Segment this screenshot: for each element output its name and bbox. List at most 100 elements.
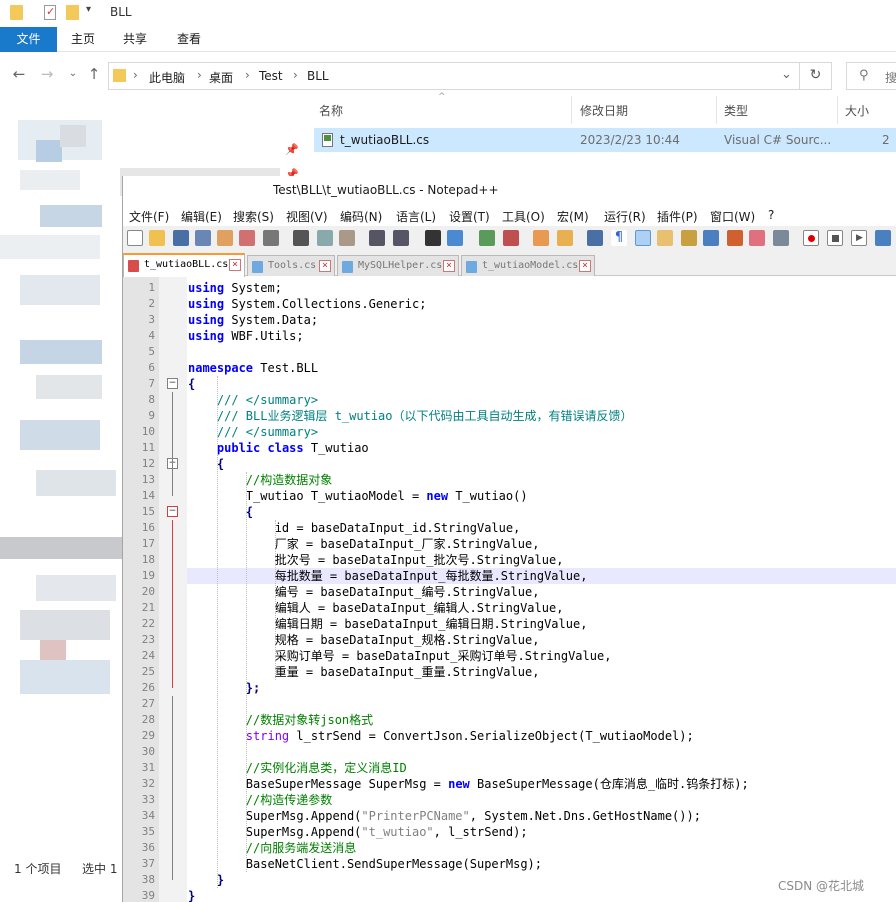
tab-t-wutiaomodel[interactable]: t_wutiaoModel.cs × [461, 255, 595, 276]
column-divider[interactable] [837, 96, 838, 124]
code-line[interactable]: T_wutiao T_wutiaoModel = new T_wutiao() [188, 488, 528, 504]
menu-language[interactable]: 语言(L) [396, 208, 436, 225]
cut-icon[interactable] [293, 230, 309, 246]
tab-mysqlhelper[interactable]: MySQLHelper.cs × [337, 255, 459, 276]
code-line[interactable]: using System; [188, 280, 282, 296]
code-line[interactable]: using System.Collections.Generic; [188, 296, 426, 312]
paste-icon[interactable] [339, 230, 355, 246]
code-line[interactable]: id = baseDataInput_id.StringValue, [188, 520, 521, 536]
code-editor[interactable]: using System; using System.Collections.Ge… [187, 277, 896, 902]
tab-t-wutiaobll[interactable]: t_wutiaoBLL.cs × [123, 253, 245, 277]
menu-window[interactable]: 窗口(W) [710, 208, 755, 225]
code-line[interactable]: 厂家 = baseDataInput_厂家.StringValue, [188, 536, 540, 552]
fold-toggle-icon[interactable]: − [167, 506, 178, 517]
close-tab-icon[interactable]: × [319, 260, 331, 272]
doc-map-icon[interactable] [681, 230, 697, 246]
new-file-icon[interactable] [127, 230, 143, 246]
breadcrumb-test[interactable]: Test [259, 69, 283, 83]
sync-vertical-icon[interactable] [533, 230, 549, 246]
file-row[interactable]: t_wutiaoBLL.cs 2023/2/23 10:44 Visual C#… [314, 128, 896, 152]
ribbon-tab-view[interactable]: 查看 [172, 27, 206, 52]
code-line[interactable]: //实例化消息类，定义消息ID [188, 760, 407, 776]
search-box[interactable]: ⚲ 搜 [846, 62, 896, 90]
close-tab-icon[interactable]: × [443, 260, 455, 272]
close-tab-icon[interactable]: × [229, 259, 241, 271]
eye-icon[interactable] [773, 230, 789, 246]
find-icon[interactable] [425, 230, 441, 246]
code-line[interactable]: //构造数据对象 [188, 472, 332, 488]
code-line[interactable]: 编号 = baseDataInput_编号.StringValue, [188, 584, 540, 600]
code-line[interactable]: BaseNetClient.SendSuperMessage(SuperMsg)… [188, 856, 542, 872]
menu-file[interactable]: 文件(F) [129, 208, 169, 225]
code-line[interactable]: string l_strSend = ConvertJson.Serialize… [188, 728, 694, 744]
print-icon[interactable] [263, 230, 279, 246]
chevron-right-icon[interactable]: › [197, 68, 202, 82]
back-icon[interactable]: ← [10, 65, 28, 83]
code-line[interactable]: } [188, 872, 224, 888]
qat-dropdown-icon[interactable]: ▾ [86, 4, 91, 19]
code-line[interactable]: 批次号 = baseDataInput_批次号.StringValue, [188, 552, 564, 568]
close-all-icon[interactable] [239, 230, 255, 246]
show-all-chars-icon[interactable]: ¶ [611, 230, 627, 246]
menu-edit[interactable]: 编辑(E) [181, 208, 222, 225]
code-line[interactable]: //向服务端发送消息 [188, 840, 356, 856]
close-icon[interactable] [217, 230, 233, 246]
copy-icon[interactable] [317, 230, 333, 246]
up-icon[interactable]: ↑ [85, 65, 103, 83]
menu-macro[interactable]: 宏(M) [557, 208, 589, 225]
close-tab-icon[interactable]: × [579, 260, 591, 272]
code-line[interactable]: namespace Test.BLL [188, 360, 318, 376]
code-line[interactable]: using WBF.Utils; [188, 328, 304, 344]
play-macro-icon[interactable]: ▶ [851, 230, 867, 246]
code-line[interactable]: /// </summary> [188, 392, 318, 408]
save-icon[interactable] [173, 230, 189, 246]
code-line[interactable]: /// BLL业务逻辑层 t_wutiao（以下代码由工具自动生成，有错误请反馈… [188, 408, 633, 424]
chevron-right-icon[interactable]: › [133, 68, 138, 82]
zoom-in-icon[interactable] [479, 230, 495, 246]
code-line[interactable]: { [188, 504, 253, 520]
chevron-down-icon[interactable]: ⌄ [781, 67, 792, 82]
code-line[interactable]: } [188, 888, 195, 902]
ribbon-tab-home[interactable]: 主页 [66, 27, 100, 52]
code-line[interactable]: /// </summary> [188, 424, 318, 440]
code-line[interactable]: //构造传递参数 [188, 792, 332, 808]
tab-tools[interactable]: Tools.cs × [247, 255, 335, 276]
code-line[interactable]: 每批数量 = baseDataInput_每批数量.StringValue, [188, 568, 588, 584]
code-line[interactable]: //数据对象转json格式 [188, 712, 373, 728]
menu-run[interactable]: 运行(R) [604, 208, 646, 225]
column-divider[interactable] [571, 96, 572, 124]
recent-dropdown-icon[interactable]: ⌄ [64, 65, 82, 83]
breadcrumb-bll[interactable]: BLL [307, 69, 329, 83]
code-line[interactable]: 采购订单号 = baseDataInput_采购订单号.StringValue, [188, 648, 612, 664]
code-line[interactable]: 编辑人 = baseDataInput_编辑人.StringValue, [188, 600, 564, 616]
column-type[interactable]: 类型 [724, 102, 748, 119]
save-all-icon[interactable] [195, 230, 211, 246]
open-file-icon[interactable] [149, 230, 165, 246]
code-line[interactable]: SuperMsg.Append("PrinterPCName", System.… [188, 808, 701, 824]
folder-workspace-icon[interactable] [727, 230, 743, 246]
record-macro-icon[interactable] [803, 230, 819, 246]
column-size[interactable]: 大小 [845, 102, 869, 119]
refresh-button[interactable]: ↻ [799, 62, 831, 90]
code-line[interactable]: { [188, 456, 224, 472]
menu-view[interactable]: 视图(V) [286, 208, 328, 225]
sync-horizontal-icon[interactable] [557, 230, 573, 246]
udl-icon[interactable] [657, 230, 673, 246]
replace-icon[interactable] [447, 230, 463, 246]
column-divider[interactable] [716, 96, 717, 124]
code-line[interactable]: public class T_wutiao [188, 440, 369, 456]
code-line[interactable]: }; [188, 680, 260, 696]
ribbon-tab-file[interactable]: 文件 [0, 27, 57, 52]
code-line[interactable]: SuperMsg.Append("t_wutiao", l_strSend); [188, 824, 528, 840]
menu-search[interactable]: 搜索(S) [233, 208, 274, 225]
menu-help[interactable]: ? [768, 208, 774, 222]
menu-settings[interactable]: 设置(T) [449, 208, 490, 225]
breadcrumb-desktop[interactable]: 桌面 [209, 69, 233, 86]
code-line[interactable]: BaseSuperMessage SuperMsg = new BaseSupe… [188, 776, 749, 792]
code-line[interactable]: 编辑日期 = baseDataInput_编辑日期.StringValue, [188, 616, 588, 632]
forward-icon[interactable]: → [38, 65, 56, 83]
properties-icon[interactable]: ✓ [44, 5, 56, 20]
word-wrap-icon[interactable] [587, 230, 603, 246]
code-line[interactable]: { [188, 376, 195, 392]
pin-icon[interactable]: 📌 [285, 143, 299, 156]
